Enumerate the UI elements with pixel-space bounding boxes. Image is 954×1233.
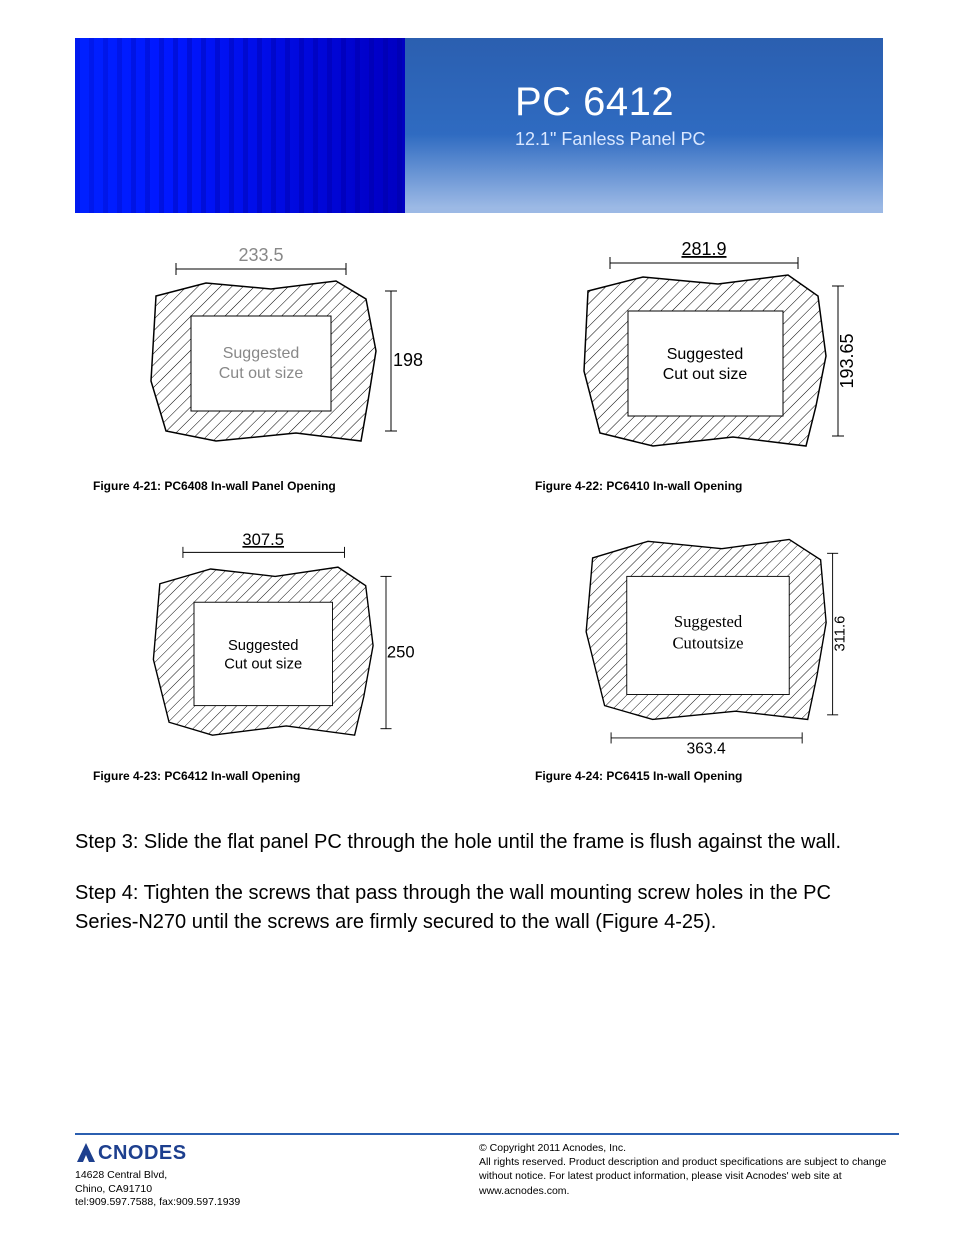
circuit-board-graphic bbox=[75, 38, 405, 213]
acnodes-logo-icon bbox=[75, 1142, 97, 1164]
contact-line: tel:909.597.7588, fax:909.597.1939 bbox=[75, 1196, 240, 1209]
cutout-label-line2: Cut out size bbox=[224, 657, 302, 673]
product-model: PC 6412 bbox=[515, 80, 706, 125]
logo-text: CNODES bbox=[98, 1141, 187, 1165]
width-dimension: 233.5 bbox=[238, 245, 283, 265]
cutout-label-line1: Suggested bbox=[223, 345, 300, 362]
footer-copyright-block: © Copyright 2011 Acnodes, Inc. All right… bbox=[479, 1141, 899, 1209]
figure-caption: Figure 4-24: PC6415 In-wall Opening bbox=[517, 769, 742, 783]
cutout-diagram-svg: 307.5 250 Suggested Cut out size bbox=[106, 521, 426, 761]
copyright-line: © Copyright 2011 Acnodes, Inc. bbox=[479, 1141, 899, 1155]
address-line-2: Chino, CA91710 bbox=[75, 1183, 240, 1196]
cutout-label-line2: Cut out size bbox=[663, 366, 748, 383]
cutout-label-line1: Suggested bbox=[674, 612, 743, 631]
width-dimension: 281.9 bbox=[681, 239, 726, 259]
disclaimer-text: All rights reserved. Product description… bbox=[479, 1155, 899, 1198]
cutout-label-line1: Suggested bbox=[228, 638, 299, 654]
figure-4-23: 307.5 250 Suggested Cut out size Figure … bbox=[75, 521, 457, 783]
height-dimension: 193.65 bbox=[837, 333, 857, 388]
figure-4-22: 281.9 193.65 Suggested Cut out size Figu… bbox=[517, 231, 899, 493]
width-dimension: 307.5 bbox=[242, 530, 284, 549]
document-header: PC 6412 12.1" Fanless Panel PC bbox=[75, 38, 899, 213]
cutout-diagram-svg: 311.6 363.4 Suggested Cutoutsize bbox=[548, 521, 868, 761]
step-3-text: Step 3: Slide the flat panel PC through … bbox=[75, 828, 899, 857]
cutout-diagram-svg: 233.5 198 Suggested Cut out size bbox=[106, 231, 426, 471]
footer-contact-block: CNODES 14628 Central Blvd, Chino, CA9171… bbox=[75, 1141, 240, 1209]
cutout-label-line2: Cutoutsize bbox=[672, 633, 743, 652]
step-4-text: Step 4: Tighten the screws that pass thr… bbox=[75, 879, 899, 937]
header-title-block: PC 6412 12.1" Fanless Panel PC bbox=[515, 80, 706, 150]
header-circuit-image bbox=[75, 38, 405, 213]
cutout-label-line2: Cut out size bbox=[219, 365, 304, 382]
figure-caption: Figure 4-22: PC6410 In-wall Opening bbox=[517, 479, 742, 493]
figure-caption: Figure 4-21: PC6408 In-wall Panel Openin… bbox=[75, 479, 336, 493]
instruction-steps: Step 3: Slide the flat panel PC through … bbox=[75, 828, 899, 937]
address-line-1: 14628 Central Blvd, bbox=[75, 1169, 240, 1182]
width-dimension: 363.4 bbox=[687, 741, 727, 758]
cutout-figure-grid: 233.5 198 Suggested Cut out size Figure … bbox=[75, 231, 899, 783]
height-dimension: 311.6 bbox=[833, 616, 849, 652]
product-subtitle: 12.1" Fanless Panel PC bbox=[515, 129, 706, 150]
height-dimension: 250 bbox=[387, 643, 415, 662]
height-dimension: 198 bbox=[393, 350, 423, 370]
acnodes-logo: CNODES bbox=[75, 1141, 187, 1165]
page-footer: CNODES 14628 Central Blvd, Chino, CA9171… bbox=[75, 1133, 899, 1209]
cutout-label-line1: Suggested bbox=[667, 346, 744, 363]
figure-caption: Figure 4-23: PC6412 In-wall Opening bbox=[75, 769, 300, 783]
figure-4-21: 233.5 198 Suggested Cut out size Figure … bbox=[75, 231, 457, 493]
cutout-diagram-svg: 281.9 193.65 Suggested Cut out size bbox=[548, 231, 868, 471]
figure-4-24: 311.6 363.4 Suggested Cutoutsize Figure … bbox=[517, 521, 899, 783]
